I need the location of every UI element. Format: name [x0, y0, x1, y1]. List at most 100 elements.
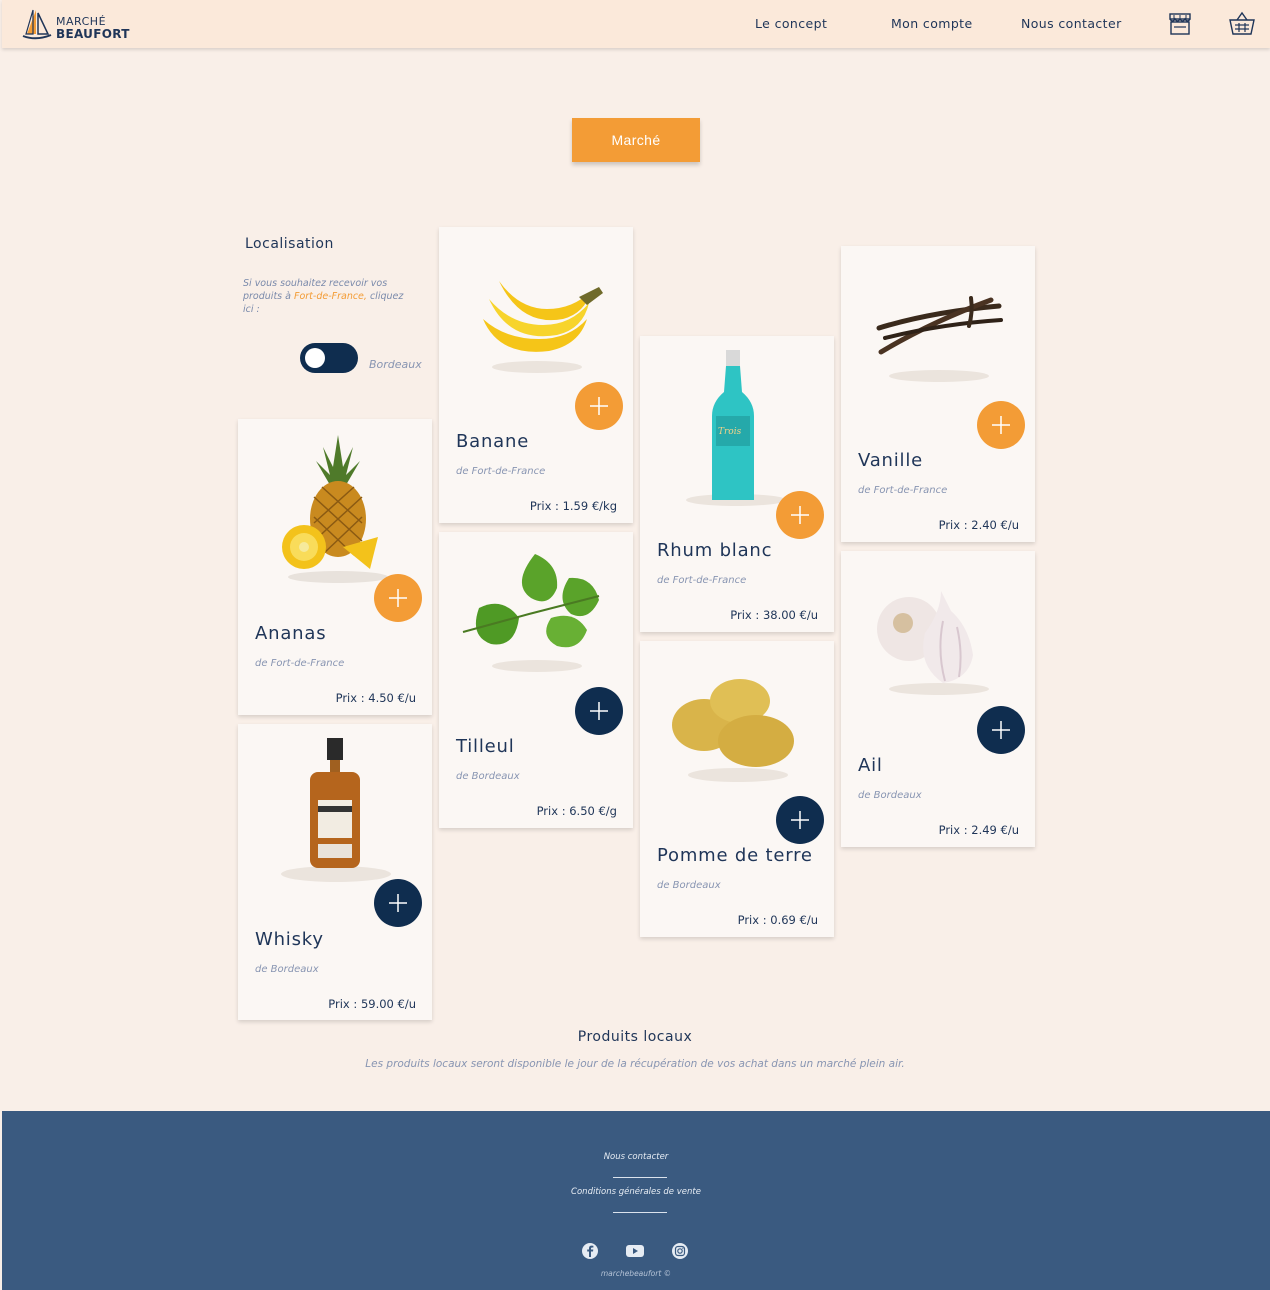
- product-name: Vanille: [858, 450, 924, 471]
- add-to-cart-button[interactable]: [575, 687, 623, 735]
- vanilla-pods-image: [876, 296, 1003, 382]
- product-price: Prix : 0.69 €/u: [738, 913, 818, 927]
- product-name: Rhum blanc: [657, 540, 773, 561]
- product-name: Whisky: [255, 929, 324, 950]
- product-origin: de Bordeaux: [456, 771, 520, 782]
- footer: Nous contacter Conditions générales de v…: [2, 1111, 1270, 1290]
- price-value: 4.50 €/u: [368, 691, 416, 705]
- brand-logo[interactable]: MARCHÉ BEAUFORT: [22, 8, 132, 42]
- product-card-tilleul: Tilleul de Bordeaux Prix : 6.50 €/g: [439, 532, 633, 828]
- copyright-text: marchebeaufort ©: [600, 1269, 672, 1278]
- product-origin: de Fort-de-France: [456, 466, 546, 477]
- facebook-icon[interactable]: [581, 1242, 599, 1260]
- product-name: Pomme de terre: [657, 845, 813, 866]
- product-card-banane: Banane de Fort-de-France Prix : 1.59 €/k…: [439, 227, 633, 523]
- product-card-whisky: Whisky de Bordeaux Prix : 59.00 €/u: [238, 724, 432, 1020]
- product-name: Tilleul: [456, 736, 515, 757]
- price-prefix: Prix :: [737, 913, 767, 927]
- product-origin: de Fort-de-France: [858, 485, 948, 496]
- add-to-cart-button[interactable]: [776, 796, 824, 844]
- price-value: 59.00 €/u: [360, 997, 416, 1011]
- product-origin: de Bordeaux: [858, 790, 922, 801]
- product-price: Prix : 2.40 €/u: [939, 518, 1019, 532]
- location-toggle[interactable]: [300, 343, 358, 373]
- instagram-icon[interactable]: [671, 1242, 689, 1260]
- price-value: 1.59 €/kg: [562, 499, 617, 513]
- product-card-rhum-blanc: Trois Rhum blanc de Fort-de-France Prix …: [640, 336, 834, 632]
- toggle-knob: [305, 348, 325, 368]
- add-to-cart-button[interactable]: [374, 574, 422, 622]
- price-prefix: Prix :: [536, 804, 566, 818]
- price-value: 2.49 €/u: [971, 823, 1019, 837]
- linden-leaves-image: [462, 554, 600, 672]
- basket-icon[interactable]: [1228, 10, 1256, 38]
- nav-contact-link[interactable]: Nous contacter: [1021, 16, 1122, 31]
- location-city-link[interactable]: Fort-de-France,: [294, 291, 367, 302]
- product-card-pomme-de-terre: Pomme de terre de Bordeaux Prix : 0.69 €…: [640, 641, 834, 937]
- nav-account-link[interactable]: Mon compte: [891, 16, 973, 31]
- plus-icon: [389, 589, 407, 607]
- whisky-bottle-image: [281, 738, 391, 882]
- footer-terms-link[interactable]: Conditions générales de vente: [2, 1187, 1270, 1197]
- product-name: Ananas: [255, 623, 327, 644]
- product-price: Prix : 59.00 €/u: [328, 997, 416, 1011]
- add-to-cart-button[interactable]: [776, 491, 824, 539]
- price-prefix: Prix :: [335, 691, 365, 705]
- product-card-ananas: Ananas de Fort-de-France Prix : 4.50 €/u: [238, 419, 432, 715]
- product-card-vanille: Vanille de Fort-de-France Prix : 2.40 €/…: [841, 246, 1035, 542]
- plus-icon: [791, 506, 809, 524]
- sailboat-logo-icon: [22, 9, 52, 40]
- price-prefix: Prix :: [938, 823, 968, 837]
- plus-icon: [590, 702, 608, 720]
- product-origin: de Fort-de-France: [255, 658, 345, 669]
- price-prefix: Prix :: [730, 608, 760, 622]
- brand-line2: BEAUFORT: [56, 27, 130, 41]
- location-title: Localisation: [245, 236, 334, 252]
- location-description: Si vous souhaitez recevoir vos produits …: [243, 277, 413, 316]
- plus-icon: [389, 894, 407, 912]
- local-products-title: Produits locaux: [577, 1029, 693, 1045]
- store-icon[interactable]: [1166, 10, 1194, 38]
- garlic-image: [877, 591, 989, 695]
- plus-icon: [992, 416, 1010, 434]
- market-button[interactable]: Marché: [572, 118, 700, 162]
- price-prefix: Prix :: [529, 499, 559, 513]
- product-price: Prix : 4.50 €/u: [336, 691, 416, 705]
- price-prefix: Prix :: [328, 997, 358, 1011]
- product-name: Banane: [456, 431, 530, 452]
- product-price: Prix : 38.00 €/u: [730, 608, 818, 622]
- svg-text:Trois: Trois: [718, 427, 742, 437]
- add-to-cart-button[interactable]: [977, 401, 1025, 449]
- potato-image: [672, 679, 794, 782]
- local-products-text: Les produits locaux seront disponible le…: [365, 1058, 905, 1070]
- add-to-cart-button[interactable]: [977, 706, 1025, 754]
- footer-divider: [613, 1212, 667, 1213]
- price-value: 38.00 €/u: [762, 608, 818, 622]
- youtube-icon[interactable]: [625, 1242, 645, 1260]
- product-price: Prix : 6.50 €/g: [537, 804, 617, 818]
- product-origin: de Fort-de-France: [657, 575, 747, 586]
- product-origin: de Bordeaux: [255, 964, 319, 975]
- plus-icon: [992, 721, 1010, 739]
- add-to-cart-button[interactable]: [575, 382, 623, 430]
- price-value: 6.50 €/g: [569, 804, 617, 818]
- toggle-label: Bordeaux: [369, 358, 422, 371]
- price-prefix: Prix :: [938, 518, 968, 532]
- banana-image: [483, 281, 603, 373]
- product-origin: de Bordeaux: [657, 880, 721, 891]
- rum-bottle-image: Trois: [686, 350, 786, 506]
- add-to-cart-button[interactable]: [374, 879, 422, 927]
- footer-contact-link[interactable]: Nous contacter: [2, 1152, 1270, 1162]
- top-navbar: MARCHÉ BEAUFORT Le concept Mon compte No…: [2, 0, 1270, 48]
- product-price: Prix : 2.49 €/u: [939, 823, 1019, 837]
- footer-divider: [613, 1177, 667, 1178]
- price-value: 0.69 €/u: [770, 913, 818, 927]
- nav-concept-link[interactable]: Le concept: [755, 16, 827, 31]
- price-value: 2.40 €/u: [971, 518, 1019, 532]
- plus-icon: [590, 397, 608, 415]
- product-price: Prix : 1.59 €/kg: [530, 499, 617, 513]
- pineapple-image: [282, 435, 388, 583]
- plus-icon: [791, 811, 809, 829]
- product-name: Ail: [858, 755, 883, 776]
- product-card-ail: Ail de Bordeaux Prix : 2.49 €/u: [841, 551, 1035, 847]
